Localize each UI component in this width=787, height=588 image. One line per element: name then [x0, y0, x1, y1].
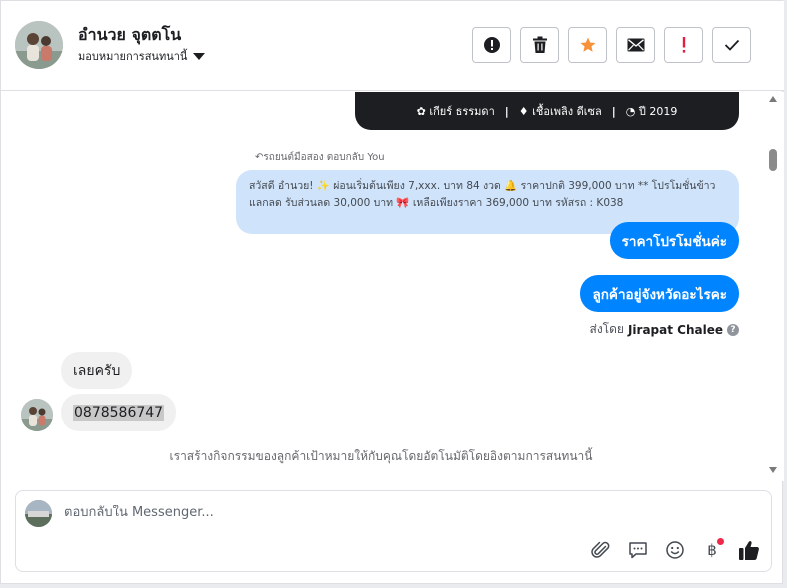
outgoing-message[interactable]: ราคาโปรโมชั่นค่ะ	[609, 222, 739, 259]
scroll-down-arrow-icon[interactable]	[769, 467, 777, 473]
fuel-spec: ♦ เชื้อเพลิง ดีเซล	[518, 105, 602, 118]
envelope-icon	[627, 38, 644, 52]
incoming-message[interactable]: 0878586747	[61, 394, 177, 431]
vehicle-spec-card[interactable]: ✿ เกียร์ ธรรมดา | ♦ เชื้อเพลิง ดีเซล | ◔…	[355, 92, 739, 130]
message-composer: ฿	[15, 490, 772, 572]
follow-up-button[interactable]	[664, 27, 703, 63]
like-button[interactable]	[737, 538, 761, 562]
saved-replies-button[interactable]	[626, 538, 650, 562]
baht-icon: ฿	[707, 541, 717, 559]
mark-done-button[interactable]	[712, 27, 751, 63]
mark-unread-button[interactable]	[616, 27, 655, 63]
help-icon[interactable]: ?	[727, 323, 739, 336]
year-spec: ◔ ปี 2019	[625, 105, 678, 118]
gauge-icon: ◔	[625, 105, 636, 118]
incoming-message[interactable]: เลยครับ	[61, 352, 133, 389]
fuel-drop-icon: ♦	[518, 105, 529, 118]
composer-tools: ฿	[589, 538, 761, 562]
notification-dot	[717, 538, 724, 545]
sender-name: Jirapat Chalee	[627, 322, 723, 337]
divider: |	[504, 104, 509, 118]
delete-button[interactable]	[520, 27, 559, 63]
chat-bubble-icon	[629, 542, 647, 559]
scroll-thumb[interactable]	[769, 149, 777, 171]
cog-icon: ✿	[416, 105, 426, 118]
sent-by-label: ส่งโดย Jirapat Chalee ?	[590, 320, 739, 339]
exclamation-circle-icon	[483, 37, 500, 53]
gear-spec: ✿ เกียร์ ธรรมดา	[416, 105, 495, 118]
report-button[interactable]	[472, 27, 511, 63]
page-avatar	[25, 500, 52, 527]
checkmark-icon	[724, 39, 739, 51]
caret-down-icon	[193, 52, 206, 60]
messenger-window: อำนวย จุตตโน มอบหมายการสนทนานี้ ✿ เกียร์…	[0, 0, 784, 584]
contact-avatar-small	[21, 399, 53, 431]
attach-button[interactable]	[589, 538, 613, 562]
assign-label: มอบหมายการสนทนานี้	[78, 50, 188, 63]
star-icon	[580, 37, 595, 52]
scroll-up-arrow-icon[interactable]	[769, 96, 777, 102]
emoji-button[interactable]	[663, 538, 687, 562]
star-button[interactable]	[568, 27, 607, 63]
thumbs-up-icon	[739, 541, 759, 560]
thread-scrollbar[interactable]	[766, 92, 780, 481]
reply-input[interactable]	[64, 505, 564, 520]
conversation-actions	[472, 27, 751, 63]
contact-name: อำนวย จุตตโน	[78, 25, 182, 44]
divider: |	[611, 104, 616, 118]
conversation-header: อำนวย จุตตโน มอบหมายการสนทนานี้	[1, 1, 784, 91]
paperclip-icon	[591, 541, 610, 558]
auto-lead-notice: เราสร้างกิจกรรมของลูกค้าเป้าหมายให้กับคุ…	[169, 449, 593, 463]
payment-button[interactable]: ฿	[700, 538, 724, 562]
exclamation-icon	[682, 37, 685, 53]
trash-icon	[532, 36, 547, 53]
phone-number[interactable]: 0878586747	[73, 404, 165, 421]
reply-reference: ↶รถยนต์มือสอง ตอบกลับ You	[255, 152, 385, 163]
assign-conversation-dropdown[interactable]: มอบหมายการสนทนานี้	[78, 47, 206, 65]
smiley-icon	[666, 541, 684, 559]
contact-avatar[interactable]	[15, 21, 63, 69]
message-thread[interactable]: ✿ เกียร์ ธรรมดา | ♦ เชื้อเพลิง ดีเซล | ◔…	[1, 92, 784, 481]
outgoing-message[interactable]: ลูกค้าอยู่จังหวัดอะไรคะ	[580, 275, 739, 312]
